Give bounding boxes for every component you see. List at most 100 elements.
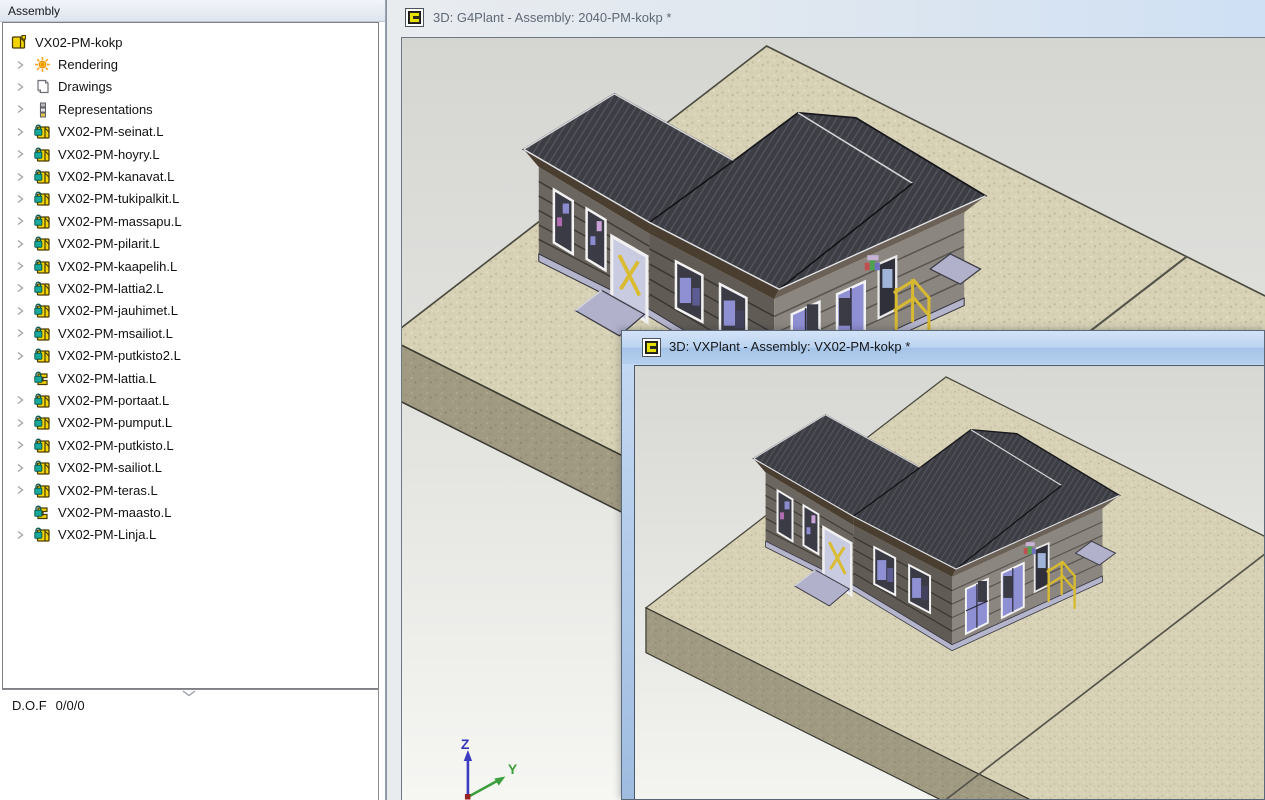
expand-arrow-icon[interactable] [16,440,25,450]
front-scene-canvas[interactable] [635,366,1264,799]
tree-item-label: VX02-PM-hoyry.L [58,147,160,162]
tree-item[interactable]: Representations [3,98,378,120]
tree-item-icon [34,482,51,499]
axis-z-label: Z [461,736,470,752]
expand-arrow-icon[interactable] [16,463,25,473]
tree-item-label: VX02-PM-Linja.L [58,527,156,542]
expand-arrow-icon[interactable] [16,485,25,495]
tree-item[interactable]: VX02-PM-massapu.L [3,210,378,232]
tree-item[interactable]: VX02-PM-Linja.L [3,524,378,546]
tree-item[interactable]: VX02-PM-putkisto2.L [3,344,378,366]
expand-arrow-icon[interactable] [16,127,25,137]
expand-arrow-icon[interactable] [16,530,25,540]
tree-item[interactable]: VX02-PM-kanavat.L [3,165,378,187]
tree-item-label: VX02-PM-putkisto2.L [58,348,181,363]
splitter-collapse-icon[interactable] [182,690,196,697]
axis-y-arrow [494,777,505,786]
tree-item[interactable]: VX02-PM-teras.L [3,479,378,501]
tree-item-label: VX02-PM-kaapelih.L [58,259,177,274]
tree-item-label: VX02-PM-pilarit.L [58,236,160,251]
tree-item-icon [34,56,51,73]
tree-item-label: VX02-PM-kanavat.L [58,169,174,184]
expand-arrow-icon[interactable] [16,149,25,159]
expand-arrow-icon[interactable] [16,261,25,271]
dof-value: 0/0/0 [56,698,85,713]
tree-item-icon [34,146,51,163]
tree-item-icon [34,168,51,185]
tree-item-icon [34,437,51,454]
tree-item-label: Drawings [58,79,112,94]
window-icon[interactable] [405,8,424,27]
tree-item-icon [34,504,51,521]
tree-item[interactable]: VX02-PM-lattia2.L [3,277,378,299]
expand-arrow-icon[interactable] [16,104,25,114]
tree-item-label: VX02-PM-kokp [35,35,122,50]
tree-item[interactable]: VX02-PM-jauhimet.L [3,300,378,322]
tree-item[interactable]: VX02-PM-pumput.L [3,412,378,434]
tree-item[interactable]: VX02-PM-pilarit.L [3,233,378,255]
tree-item-icon [34,213,51,230]
axis-y-label: Y [508,761,518,777]
expand-arrow-icon[interactable] [16,172,25,182]
tree-item-icon [34,123,51,140]
tree-item[interactable]: VX02-PM-seinat.L [3,121,378,143]
tree-item-label: VX02-PM-maasto.L [58,505,171,520]
tree-item-icon [34,235,51,252]
tree-item-label: Representations [58,102,153,117]
axis-triad: Z Y [461,736,518,800]
expand-arrow-icon[interactable] [16,216,25,226]
tree-item[interactable]: Drawings [3,76,378,98]
expand-arrow-icon[interactable] [16,82,25,92]
tree-item[interactable]: VX02-PM-sailiot.L [3,456,378,478]
front-window-titlebar[interactable]: 3D: VXPlant - Assembly: VX02-PM-kokp * [622,331,1264,364]
front-3d-viewport[interactable] [634,365,1264,799]
expand-arrow-icon[interactable] [16,395,25,405]
tree-item-label: VX02-PM-seinat.L [58,124,164,139]
tree-item-icon [34,78,51,95]
assembly-panel: Assembly VX02-PM-kokp Rendering Drawings… [0,0,386,800]
expand-arrow-icon[interactable] [16,306,25,316]
window-icon[interactable] [642,338,661,357]
expand-arrow-icon[interactable] [16,418,25,428]
expand-arrow-icon[interactable] [16,239,25,249]
tree-item-label: VX02-PM-lattia2.L [58,281,164,296]
assembly-tree[interactable]: VX02-PM-kokp Rendering Drawings Represen… [2,22,379,689]
tree-item[interactable]: VX02-PM-kokp [3,31,378,53]
tree-item[interactable]: VX02-PM-kaapelih.L [3,255,378,277]
tree-item-icon [34,414,51,431]
tree-item-label: VX02-PM-tukipalkit.L [58,191,179,206]
expand-arrow-icon[interactable] [16,328,25,338]
expand-arrow-icon[interactable] [16,194,25,204]
tree-item[interactable]: VX02-PM-lattia.L [3,367,378,389]
tree-item-label: VX02-PM-lattia.L [58,371,156,386]
tree-item[interactable]: Rendering [3,53,378,75]
tree-item-label: VX02-PM-msailiot.L [58,326,173,341]
expand-arrow-icon[interactable] [16,283,25,293]
tree-item-icon [34,280,51,297]
tree-item[interactable]: VX02-PM-maasto.L [3,501,378,523]
tree-item-label: VX02-PM-massapu.L [58,214,182,229]
tree-item-label: VX02-PM-sailiot.L [58,460,162,475]
tree-item-icon [34,325,51,342]
tree-item-icon [34,392,51,409]
back-window-titlebar[interactable]: 3D: G4Plant - Assembly: 2040-PM-kokp * [387,0,1265,36]
front-3d-window: 3D: VXPlant - Assembly: VX02-PM-kokp * [621,330,1265,800]
tree-item-icon [34,459,51,476]
expand-arrow-icon[interactable] [16,60,25,70]
tree-item-icon [34,190,51,207]
tree-item-icon [11,34,28,51]
tree-item-label: VX02-PM-pumput.L [58,415,172,430]
tree-item-label: VX02-PM-jauhimet.L [58,303,178,318]
tree-item-label: Rendering [58,57,118,72]
tree-item-label: VX02-PM-portaat.L [58,393,169,408]
tree-item[interactable]: VX02-PM-hoyry.L [3,143,378,165]
expand-arrow-icon[interactable] [16,351,25,361]
tree-item[interactable]: VX02-PM-portaat.L [3,389,378,411]
tree-item[interactable]: VX02-PM-putkisto.L [3,434,378,456]
tree-item[interactable]: VX02-PM-msailiot.L [3,322,378,344]
tree-item-label: VX02-PM-teras.L [58,483,158,498]
dof-readout: D.O.F0/0/0 [12,698,85,713]
tree-item-icon [34,347,51,364]
tree-item[interactable]: VX02-PM-tukipalkit.L [3,188,378,210]
tree-item-icon [34,258,51,275]
